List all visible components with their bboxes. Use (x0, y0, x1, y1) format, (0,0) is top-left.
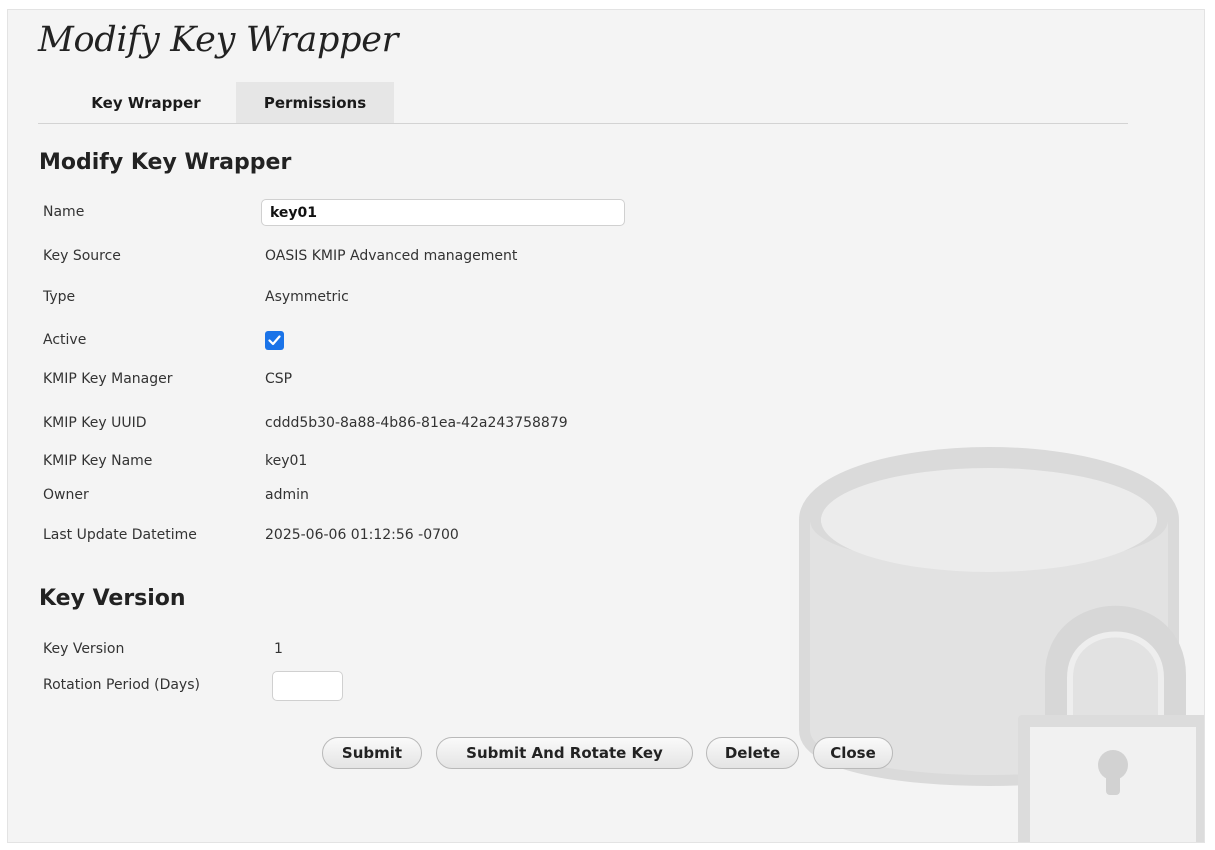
name-label: Name (43, 204, 85, 220)
submit-button[interactable]: Submit (322, 737, 422, 769)
last-update-value: 2025-06-06 01:12:56 -0700 (265, 527, 459, 543)
owner-value: admin (265, 487, 309, 503)
tab-bar: Key Wrapper Permissions (38, 82, 1128, 124)
type-value: Asymmetric (265, 289, 349, 305)
key-version-value: 1 (274, 641, 283, 657)
database-lock-icon (799, 447, 1204, 842)
active-label: Active (43, 332, 87, 348)
close-button[interactable]: Close (813, 737, 893, 769)
kmip-key-name-label: KMIP Key Name (43, 453, 153, 469)
kmip-key-manager-label: KMIP Key Manager (43, 371, 173, 387)
key-source-label: Key Source (43, 248, 121, 264)
delete-button[interactable]: Delete (706, 737, 799, 769)
rotation-period-input[interactable] (272, 671, 343, 701)
section-title-key-version: Key Version (39, 586, 186, 611)
section-title-modify-key-wrapper: Modify Key Wrapper (39, 150, 292, 175)
tab-key-wrapper[interactable]: Key Wrapper (56, 82, 236, 123)
checkmark-icon (268, 335, 281, 346)
kmip-key-uuid-value: cddd5b30-8a88-4b86-81ea-42a243758879 (265, 415, 568, 431)
key-source-value: OASIS KMIP Advanced management (265, 248, 518, 264)
active-checkbox[interactable] (265, 331, 284, 350)
key-version-label: Key Version (43, 641, 125, 657)
rotation-period-label: Rotation Period (Days) (43, 677, 200, 693)
kmip-key-manager-value: CSP (265, 371, 293, 387)
name-input[interactable] (261, 199, 625, 226)
last-update-label: Last Update Datetime (43, 527, 197, 543)
owner-label: Owner (43, 487, 89, 503)
tab-permissions[interactable]: Permissions (236, 82, 394, 123)
page-title: Modify Key Wrapper (38, 20, 399, 60)
kmip-key-name-value: key01 (265, 453, 308, 469)
type-label: Type (43, 289, 76, 305)
kmip-key-uuid-label: KMIP Key UUID (43, 415, 147, 431)
modify-key-wrapper-panel: Modify Key Wrapper Key Wrapper Permissio… (7, 9, 1205, 843)
submit-and-rotate-key-button[interactable]: Submit And Rotate Key (436, 737, 693, 769)
